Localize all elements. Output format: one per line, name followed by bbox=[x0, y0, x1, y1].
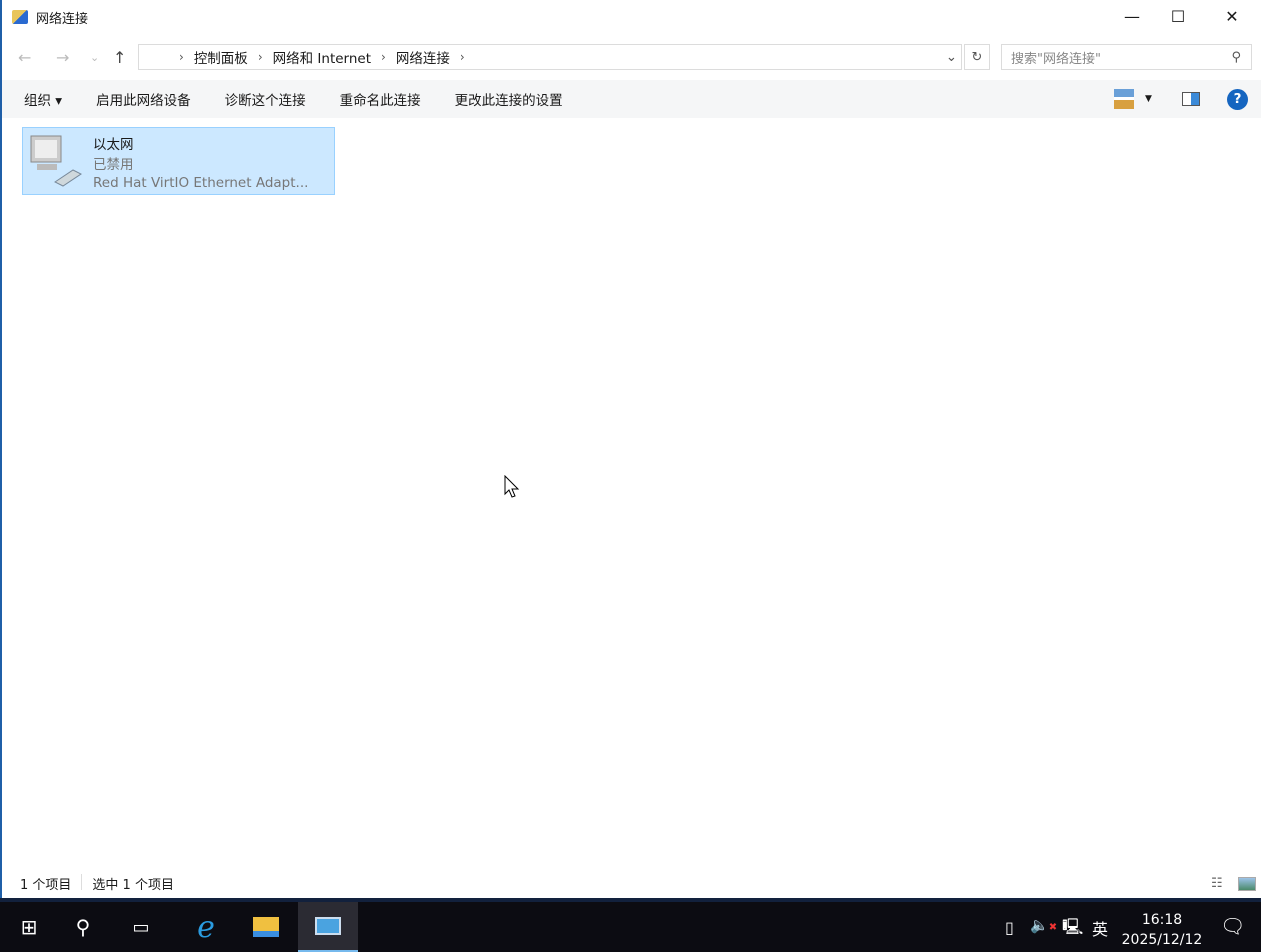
preview-pane-icon[interactable] bbox=[1182, 92, 1200, 106]
connection-name: 以太网 bbox=[93, 137, 134, 153]
ime-indicator[interactable]: 英 bbox=[1092, 916, 1108, 940]
change-settings-button[interactable]: 更改此连接的设置 bbox=[455, 89, 563, 109]
organize-button[interactable]: 组织 ▾ bbox=[24, 89, 62, 109]
forward-button[interactable]: → bbox=[56, 48, 69, 67]
task-view-icon: ▭ bbox=[132, 916, 150, 938]
connection-status: 已禁用 bbox=[93, 157, 134, 173]
back-button[interactable]: ← bbox=[18, 48, 31, 67]
connection-device: Red Hat VirtIO Ethernet Adapt... bbox=[93, 175, 309, 191]
task-view-button[interactable]: ▭ bbox=[112, 902, 170, 952]
volume-muted-icon[interactable]: 🔈✖ bbox=[1030, 916, 1057, 934]
network-tray-icon[interactable]: 🖳 bbox=[1062, 916, 1083, 943]
up-button[interactable]: ↑ bbox=[113, 48, 126, 67]
clock-time: 16:18 bbox=[1141, 912, 1183, 928]
recent-dropdown[interactable]: ⌄ bbox=[90, 51, 99, 64]
usb-icon[interactable]: ▯ bbox=[1005, 918, 1014, 937]
status-bar: 1 个项目 选中 1 个项目 bbox=[20, 874, 174, 893]
window-title: 网络连接 bbox=[36, 11, 89, 27]
diagnose-button[interactable]: 诊断这个连接 bbox=[225, 89, 306, 109]
ie-button[interactable]: e bbox=[177, 902, 235, 952]
address-history-dropdown[interactable]: ⌄ bbox=[946, 49, 957, 65]
selected-count: 选中 1 个项目 bbox=[92, 878, 174, 893]
search-icon: ⚲ bbox=[75, 915, 91, 939]
network-folder-icon bbox=[12, 10, 28, 24]
internet-explorer-icon: e bbox=[197, 909, 215, 945]
folder-icon bbox=[253, 917, 279, 937]
network-connections-window: 网络连接 — ☐ ✕ ← → ⌄ ↑ › 控制面板 › 网络和 Internet ›… bbox=[0, 0, 1261, 898]
mouse-cursor-icon bbox=[504, 475, 520, 498]
action-center-icon[interactable]: 🗨 bbox=[1220, 914, 1245, 938]
command-bar: 组织 ▾ 启用此网络设备 诊断这个连接 重命名此连接 更改此连接的设置 ▼ ? bbox=[2, 80, 1261, 118]
help-icon[interactable]: ? bbox=[1227, 88, 1248, 110]
rename-button[interactable]: 重命名此连接 bbox=[340, 89, 421, 109]
crumb-network-connections[interactable]: 网络连接 bbox=[396, 47, 450, 67]
network-connections-icon bbox=[315, 917, 341, 935]
start-button[interactable]: ⊞ bbox=[0, 902, 58, 952]
network-adapter-icon bbox=[30, 135, 82, 187]
minimize-button[interactable]: — bbox=[1109, 0, 1155, 32]
close-button[interactable]: ✕ bbox=[1209, 0, 1255, 32]
search-icon: ⚲ bbox=[1231, 49, 1241, 65]
network-connections-taskbar-button[interactable] bbox=[298, 902, 358, 952]
clock-date: 2025/12/12 bbox=[1121, 932, 1203, 948]
file-explorer-button[interactable] bbox=[237, 902, 295, 952]
taskbar: ⊞ ⚲ ▭ e ▯ 🔈✖ 🖳 英 16:18 2025/12/12 🗨 bbox=[0, 898, 1261, 952]
large-icons-view-icon[interactable] bbox=[1238, 877, 1256, 891]
title-bar: 网络连接 bbox=[2, 0, 1261, 34]
item-count: 1 个项目 bbox=[20, 878, 72, 893]
view-dropdown-icon[interactable]: ▼ bbox=[1145, 94, 1152, 104]
refresh-button[interactable]: ↻ bbox=[964, 44, 990, 70]
crumb-control-panel[interactable]: 控制面板 bbox=[194, 47, 248, 67]
search-button[interactable]: ⚲ bbox=[54, 902, 112, 952]
breadcrumb[interactable]: › 控制面板 › 网络和 Internet › 网络连接 › ⌄ bbox=[138, 44, 962, 70]
windows-icon: ⊞ bbox=[20, 915, 38, 939]
address-bar: ← → ⌄ ↑ › 控制面板 › 网络和 Internet › 网络连接 › ⌄ ↻ … bbox=[2, 42, 1261, 72]
search-placeholder: 搜索"网络连接" bbox=[1011, 51, 1101, 67]
details-view-icon[interactable]: ☷ bbox=[1211, 876, 1223, 891]
view-options-icon[interactable] bbox=[1114, 89, 1134, 109]
crumb-network-internet[interactable]: 网络和 Internet bbox=[273, 47, 371, 67]
enable-device-button[interactable]: 启用此网络设备 bbox=[96, 89, 191, 109]
search-input[interactable]: 搜索"网络连接" ⚲ bbox=[1001, 44, 1252, 70]
maximize-button[interactable]: ☐ bbox=[1155, 0, 1201, 32]
clock[interactable]: 16:18 2025/12/12 bbox=[1112, 910, 1212, 950]
connection-item-ethernet[interactable]: 以太网 已禁用 Red Hat VirtIO Ethernet Adapt... bbox=[22, 127, 335, 195]
